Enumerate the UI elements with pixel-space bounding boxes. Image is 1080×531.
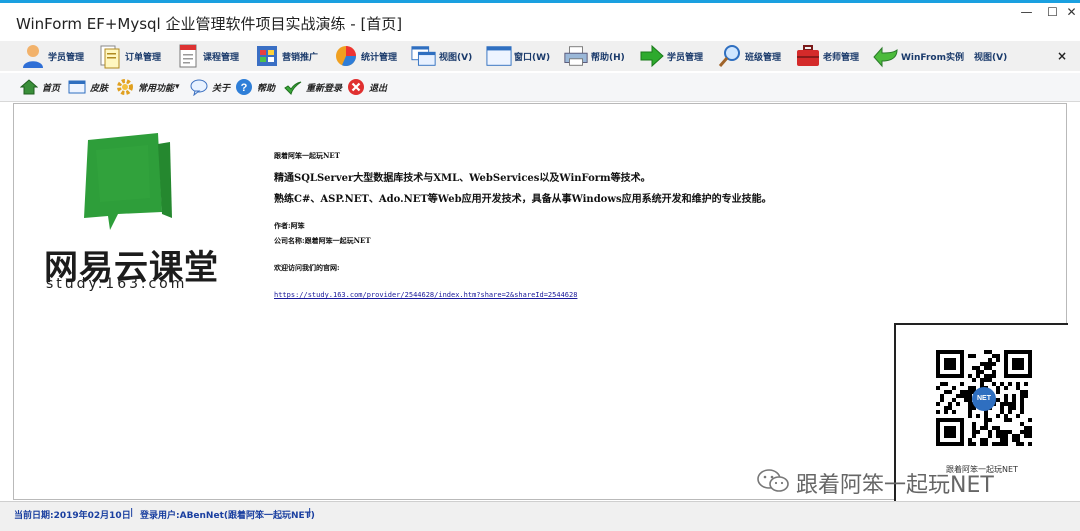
status-bar: 当前日期:2019年02月10日 | 登录用户:ABenNet(跟着阿笨一起玩N… [0, 501, 1080, 531]
info-welcome: 欢迎访问我们的官网: [274, 263, 340, 272]
info-heading: 跟着阿笨一起玩NET [274, 151, 340, 160]
title-bar: WinForm EF+Mysql 企业管理软件项目实战演练 - [首页] — ☐… [0, 3, 1080, 41]
printer-icon [563, 43, 589, 69]
watermark: 跟着阿笨一起玩NET [756, 467, 994, 499]
menu-item-label: 帮助(H) [591, 52, 625, 63]
menu-item-marketing[interactable]: 营销推广 [254, 41, 318, 71]
maximize-button[interactable]: ☐ [1044, 5, 1061, 19]
close-button[interactable]: ✕ [1063, 5, 1080, 19]
gear-icon [115, 77, 135, 97]
checkmark-icon [283, 77, 303, 97]
menu-item-label: 统计管理 [361, 52, 398, 63]
magnifier-icon [717, 43, 743, 69]
menu-item-student[interactable]: 学员管理 [20, 41, 84, 71]
menu-item-label: WinFrom实例 [901, 52, 964, 63]
menu-item-student-2[interactable]: 学员管理 [639, 41, 703, 71]
menu-item-label: 学员管理 [667, 52, 704, 63]
toolbar-common-functions[interactable]: 常用功能 ▾ [115, 76, 180, 98]
menu-item-winfrom[interactable]: WinFrom实例 [873, 41, 964, 71]
main-menu-bar: 学员管理 订单管理 课程管理 营销推广 统计管理 视图(V) 窗口(W) 帮助(… [0, 41, 1080, 71]
status-user: 登录用户:ABenNet(跟着阿笨一起玩NET) [140, 511, 315, 521]
toolbar-label: 关于 [212, 83, 231, 94]
menu-close-button[interactable]: × [1057, 41, 1067, 71]
toolbar-label: 帮助 [257, 83, 276, 94]
user-icon [20, 43, 46, 69]
pie-chart-icon [333, 43, 359, 69]
menu-item-view-2[interactable]: 视图(V) [972, 41, 1007, 71]
svg-text:?: ? [241, 82, 248, 94]
speech-icon [189, 77, 209, 97]
documents-icon [97, 43, 123, 69]
arrow-back-icon [873, 43, 899, 69]
minimize-button[interactable]: — [1018, 5, 1035, 19]
document-icon [175, 43, 201, 69]
info-line-1: 精通SQLServer大型数据库技术与XML、WebServices以及WinF… [274, 173, 651, 184]
help-icon: ? [234, 77, 254, 97]
toolbar-exit[interactable]: 退出 [346, 76, 387, 98]
window-icon [486, 43, 512, 69]
watermark-text: 跟着阿笨一起玩NET [796, 473, 994, 498]
toolbar-help[interactable]: ? 帮助 [234, 76, 275, 98]
menu-item-view[interactable]: 视图(V) [411, 41, 472, 71]
info-author: 作者:阿笨 [274, 221, 305, 230]
menu-item-label: 订单管理 [125, 52, 162, 63]
menu-item-label: 窗口(W) [514, 52, 551, 63]
status-separator: | [308, 508, 312, 518]
menu-item-teachers[interactable]: 老师管理 [795, 41, 859, 71]
close-icon [346, 77, 366, 97]
toolbar-label: 常用功能 [138, 83, 175, 94]
menu-item-help[interactable]: 帮助(H) [563, 41, 625, 71]
menu-item-label: 学员管理 [48, 52, 85, 63]
logo-subtitle: study.163.com [46, 276, 188, 292]
menu-item-statistics[interactable]: 统计管理 [333, 41, 397, 71]
windows-icon [411, 43, 437, 69]
chevron-down-icon: ▾ [175, 82, 180, 92]
status-date: 当前日期:2019年02月10日 [14, 511, 131, 521]
toolbar-home[interactable]: 首页 [19, 76, 60, 98]
toolbar-relogin[interactable]: 重新登录 [283, 76, 342, 98]
toolbar-skin[interactable]: 皮肤 [67, 76, 108, 98]
info-line-2: 熟练C#、ASP.NET、Ado.NET等Web应用开发技术，具备从事Windo… [274, 194, 772, 205]
wechat-icon [756, 468, 790, 498]
menu-item-label: 课程管理 [203, 52, 240, 63]
home-icon [19, 77, 39, 97]
menu-item-label: 营销推广 [282, 52, 319, 63]
menu-item-label: 视图(V) [439, 52, 473, 63]
menu-item-label: 视图(V) [974, 52, 1008, 63]
menu-item-classes[interactable]: 班级管理 [717, 41, 781, 71]
toolbar-about[interactable]: 关于 [189, 76, 230, 98]
toolbar-label: 皮肤 [90, 83, 109, 94]
arrow-right-icon [639, 43, 665, 69]
toolbar-label: 首页 [42, 83, 61, 94]
window-icon [67, 77, 87, 97]
toolbox-icon [795, 43, 821, 69]
menu-item-orders[interactable]: 订单管理 [97, 41, 161, 71]
website-link[interactable]: https://study.163.com/provider/2544628/i… [274, 291, 577, 299]
toolbar-label: 重新登录 [306, 83, 343, 94]
info-company: 公司名称:跟着阿笨一起玩NET [274, 236, 371, 245]
window-title: WinForm EF+Mysql 企业管理软件项目实战演练 - [首页] [16, 15, 403, 33]
logo-icon [78, 130, 174, 240]
status-separator: | [130, 508, 134, 518]
menu-item-label: 班级管理 [745, 52, 782, 63]
quick-toolbar: 首页 皮肤 常用功能 ▾ 关于 ? 帮助 重新登录 退出 [0, 73, 1080, 102]
qr-center-logo: NET [972, 387, 996, 411]
menu-item-courses[interactable]: 课程管理 [175, 41, 239, 71]
menu-item-label: 老师管理 [823, 52, 860, 63]
menu-item-window[interactable]: 窗口(W) [486, 41, 550, 71]
grid-icon [254, 43, 280, 69]
toolbar-label: 退出 [369, 83, 388, 94]
